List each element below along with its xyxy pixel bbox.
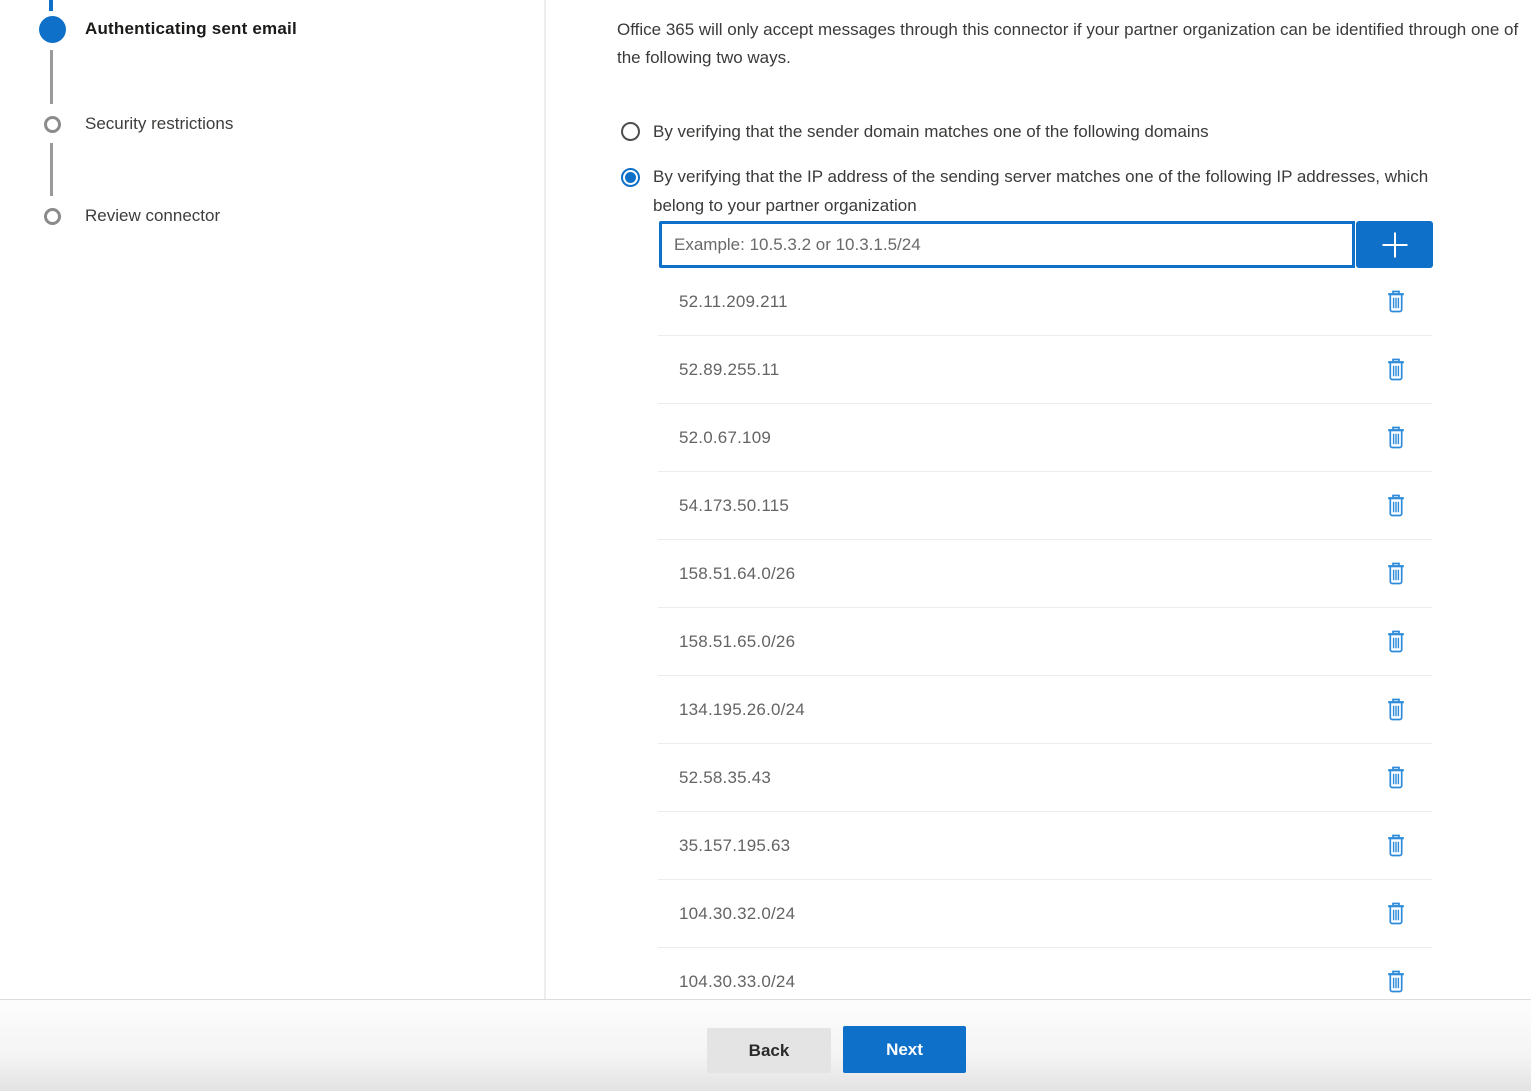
- ip-address-value: 158.51.65.0/26: [679, 632, 795, 652]
- stepper-step-authenticating-sent-email[interactable]: Authenticating sent email: [38, 15, 297, 43]
- ip-row: 158.51.65.0/26: [658, 608, 1432, 676]
- ip-address-value: 104.30.32.0/24: [679, 904, 795, 924]
- ip-address-value: 54.173.50.115: [679, 496, 789, 516]
- step-active-icon: [38, 15, 66, 43]
- ip-entry-row: [659, 221, 1433, 268]
- trash-icon: [1386, 562, 1406, 585]
- ip-row: 52.0.67.109: [658, 404, 1432, 472]
- stepper-step-review-connector[interactable]: Review connector: [38, 202, 220, 230]
- description-text: Office 365 will only accept messages thr…: [617, 16, 1531, 72]
- ip-row: 35.157.195.63: [658, 812, 1432, 880]
- ip-row: 134.195.26.0/24: [658, 676, 1432, 744]
- trash-icon: [1386, 290, 1406, 313]
- ip-address-list: 52.11.209.211 52.89.255.11 52.0.67.109: [658, 268, 1432, 999]
- stepper-connector-line: [50, 50, 53, 104]
- ip-row: 52.89.255.11: [658, 336, 1432, 404]
- trash-icon: [1386, 766, 1406, 789]
- step-label: Security restrictions: [85, 114, 233, 134]
- stepper-track-segment: [49, 0, 53, 11]
- ip-address-input[interactable]: [659, 221, 1355, 268]
- ip-address-value: 52.11.209.211: [679, 292, 788, 312]
- plus-icon: [1380, 230, 1410, 260]
- add-ip-button[interactable]: [1356, 221, 1433, 268]
- ip-address-value: 104.30.33.0/24: [679, 972, 795, 992]
- trash-icon: [1386, 426, 1406, 449]
- delete-ip-button[interactable]: [1384, 968, 1408, 995]
- trash-icon: [1386, 970, 1406, 993]
- trash-icon: [1386, 630, 1406, 653]
- wizard-footer: Back Next: [0, 999, 1531, 1091]
- trash-icon: [1386, 902, 1406, 925]
- step-label: Authenticating sent email: [85, 19, 297, 39]
- delete-ip-button[interactable]: [1384, 424, 1408, 451]
- delete-ip-button[interactable]: [1384, 696, 1408, 723]
- ip-address-value: 52.89.255.11: [679, 360, 779, 380]
- filled-step-circle-icon: [39, 16, 66, 43]
- radio-option-label: By verifying that the IP address of the …: [653, 162, 1461, 220]
- trash-icon: [1386, 494, 1406, 517]
- step-upcoming-icon: [38, 202, 66, 230]
- delete-ip-button[interactable]: [1384, 356, 1408, 383]
- ip-address-value: 52.0.67.109: [679, 428, 771, 448]
- trash-icon: [1386, 698, 1406, 721]
- outline-step-circle-icon: [44, 116, 61, 133]
- step-label: Review connector: [85, 206, 220, 226]
- stepper-connector-line: [50, 143, 53, 196]
- ip-row: 104.30.32.0/24: [658, 880, 1432, 948]
- trash-icon: [1386, 834, 1406, 857]
- ip-row: 52.58.35.43: [658, 744, 1432, 812]
- delete-ip-button[interactable]: [1384, 900, 1408, 927]
- ip-row: 104.30.33.0/24: [658, 948, 1432, 999]
- stepper-step-security-restrictions[interactable]: Security restrictions: [38, 110, 233, 138]
- ip-address-value: 158.51.64.0/26: [679, 564, 795, 584]
- trash-icon: [1386, 358, 1406, 381]
- outline-step-circle-icon: [44, 208, 61, 225]
- ip-row: 52.11.209.211: [658, 268, 1432, 336]
- back-button[interactable]: Back: [707, 1028, 831, 1073]
- radio-selected-icon: [621, 168, 640, 187]
- radio-option-label: By verifying that the sender domain matc…: [653, 117, 1209, 146]
- delete-ip-button[interactable]: [1384, 832, 1408, 859]
- radio-unselected-icon: [621, 122, 640, 141]
- delete-ip-button[interactable]: [1384, 764, 1408, 791]
- radio-option-sender-domain[interactable]: By verifying that the sender domain matc…: [621, 117, 1209, 146]
- radio-dot: [625, 172, 636, 183]
- delete-ip-button[interactable]: [1384, 628, 1408, 655]
- ip-address-value: 35.157.195.63: [679, 836, 790, 856]
- delete-ip-button[interactable]: [1384, 492, 1408, 519]
- delete-ip-button[interactable]: [1384, 288, 1408, 315]
- ip-row: 158.51.64.0/26: [658, 540, 1432, 608]
- next-button[interactable]: Next: [843, 1026, 966, 1073]
- sidebar-content-divider: [544, 0, 546, 999]
- delete-ip-button[interactable]: [1384, 560, 1408, 587]
- ip-address-value: 52.58.35.43: [679, 768, 771, 788]
- ip-row: 54.173.50.115: [658, 472, 1432, 540]
- radio-option-ip-address[interactable]: By verifying that the IP address of the …: [621, 165, 1461, 220]
- ip-address-value: 134.195.26.0/24: [679, 700, 805, 720]
- step-upcoming-icon: [38, 110, 66, 138]
